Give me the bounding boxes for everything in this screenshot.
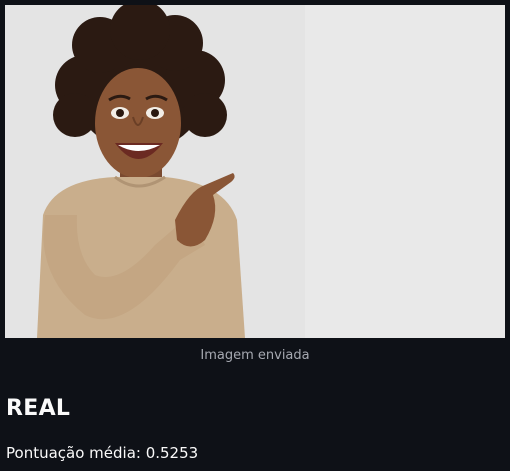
uploaded-image (5, 5, 505, 338)
result-label: REAL (6, 396, 71, 421)
app-container: Imagem enviada REAL Pontuação média: 0.5… (0, 0, 510, 471)
average-score-text: Pontuação média: 0.5253 (6, 444, 199, 462)
uploaded-photo-illustration (5, 5, 505, 338)
image-caption: Imagem enviada (200, 348, 310, 363)
